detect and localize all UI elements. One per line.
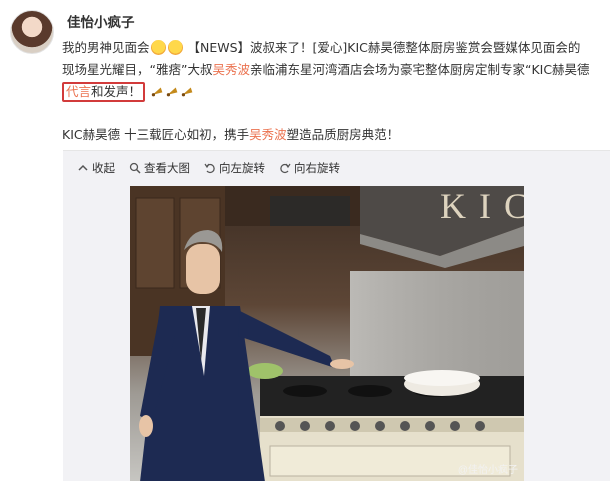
view-large-label: 查看大图 [144, 161, 190, 175]
highlight-box: 代言和发声！ [62, 82, 146, 102]
zoom-icon [129, 162, 141, 174]
avatar[interactable] [10, 10, 54, 54]
collapse-label: 收起 [92, 161, 115, 175]
rotate-right-button[interactable]: 向右旋转 [279, 160, 340, 176]
post-text-part3: 亲临浦东星河湾酒店会场为豪宅整体厨房定制专家“KIC赫昊德 [249, 62, 590, 77]
rotate-right-label: 向右旋转 [294, 161, 340, 175]
line2-prefix: KIC赫昊德 十三载匠心如初，携手 [62, 127, 250, 142]
endorse-text: 代言 [66, 84, 92, 99]
post-photo[interactable]: K I C @佳怡小疯子 [130, 186, 524, 481]
smile-emoji-icon [150, 40, 166, 55]
post-text-part1: 我的男神见面会 [62, 40, 150, 55]
exclaim-text: ！ [128, 84, 142, 99]
mention-link[interactable]: 吴秀波 [212, 62, 250, 77]
collapse-button[interactable]: 收起 [77, 160, 115, 176]
rotate-right-icon [280, 163, 291, 174]
photo-illustration: K I C [130, 186, 524, 481]
line2-suffix: 塑造品质厨房典范！ [286, 127, 400, 142]
watermark: @佳怡小疯子 [457, 465, 518, 476]
post-text: 我的男神见面会 【NEWS】波叔来了！[爱心]KIC赫昊德整体厨房鉴赏会暨媒体见… [62, 37, 592, 103]
smile-emoji-icon [167, 40, 183, 55]
endorse-rest-text: 和发声 [91, 84, 129, 99]
horn-emoji-icon [181, 87, 193, 97]
collapse-icon [78, 164, 88, 171]
rotate-left-icon [204, 163, 215, 174]
username[interactable]: 佳怡小疯子 [67, 11, 135, 31]
post-text-line2: KIC赫昊德 十三载匠心如初，携手吴秀波塑造品质厨房典范！ [62, 124, 592, 143]
rotate-left-button[interactable]: 向左旋转 [204, 160, 265, 176]
rotate-left-label: 向左旋转 [219, 161, 265, 175]
horn-emoji-icon [151, 87, 163, 97]
media-toolbar: 收起 查看大图 向左旋转 向右旋转 [77, 160, 340, 176]
media-box: 收起 查看大图 向左旋转 向右旋转 K I C @佳怡小疯子 [63, 150, 610, 481]
view-large-button[interactable]: 查看大图 [129, 160, 190, 176]
kic-logo-text: K I C [440, 186, 524, 226]
horn-emoji-icon [166, 87, 178, 97]
mention-link[interactable]: 吴秀波 [249, 127, 287, 142]
